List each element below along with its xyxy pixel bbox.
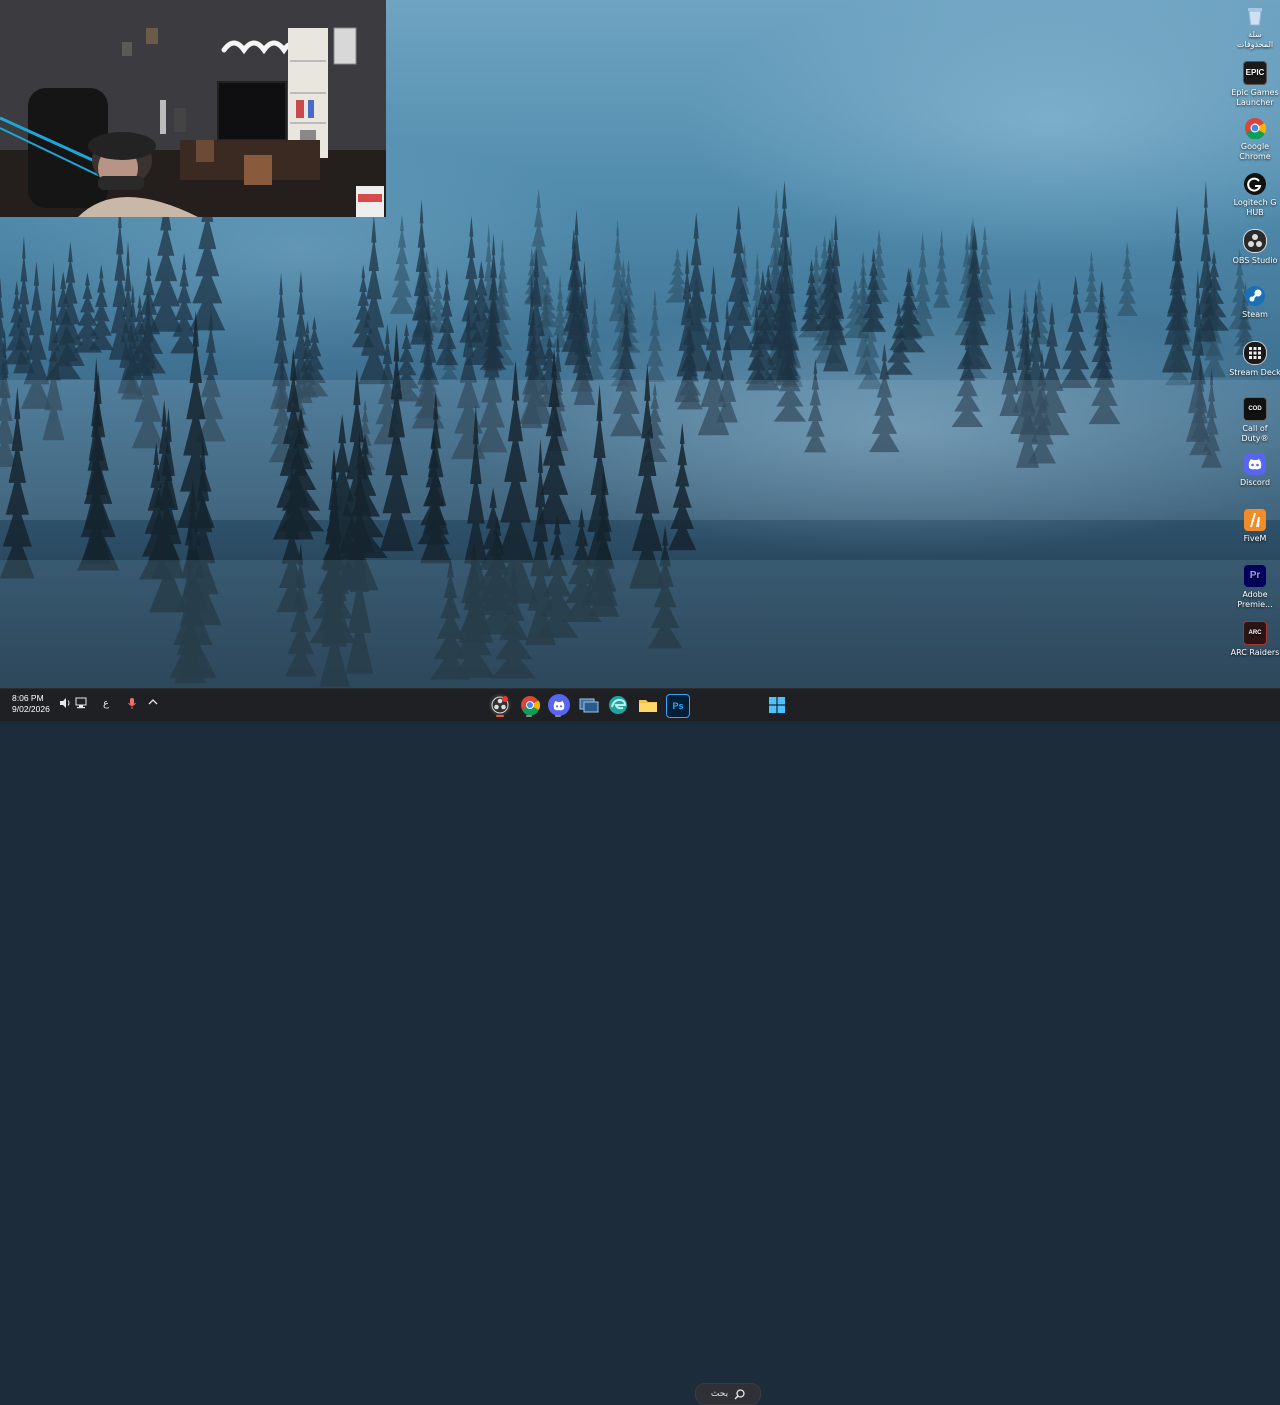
- taskbar-task-view[interactable]: [578, 694, 600, 716]
- microphone-icon[interactable]: [127, 697, 137, 714]
- running-indicator: [555, 715, 561, 717]
- input-language-indicator[interactable]: ع: [103, 697, 109, 711]
- chrome-icon: [1244, 117, 1266, 139]
- epic-games-icon: EPIC: [1243, 61, 1267, 85]
- taskbar-file-explorer[interactable]: [637, 694, 659, 716]
- volume-icon[interactable]: [59, 697, 71, 713]
- desktop-icon-label: Steam: [1242, 310, 1268, 319]
- desktop-icon-steam[interactable]: Steam: [1229, 285, 1280, 320]
- clock-date: 9/02/2026: [12, 704, 50, 714]
- desktop-icon-logitech-g-hub[interactable]: Logitech G HUB: [1229, 173, 1280, 218]
- desktop-icon-adobe-premiere[interactable]: Pr Adobe Premie...: [1229, 565, 1280, 610]
- desktop-icon-label: Stream Deck: [1229, 368, 1280, 377]
- desktop-icon-google-chrome[interactable]: Google Chrome: [1229, 117, 1280, 162]
- taskbar: Ps بحث: [0, 688, 1280, 1405]
- running-indicator: [526, 715, 532, 717]
- system-clock[interactable]: 8:06 PM 9/02/2026: [12, 693, 50, 715]
- desktop-icon-stream-deck[interactable]: Stream Deck: [1229, 341, 1280, 378]
- desktop-icon-label: OBS Studio: [1232, 256, 1278, 265]
- stream-deck-icon: [1243, 341, 1267, 365]
- running-indicator: [496, 715, 504, 717]
- desktop-icon-label: Discord: [1239, 478, 1271, 487]
- desktop-wallpaper: سلة المحذوفات EPIC Epic Games Launcher G…: [0, 0, 1280, 688]
- recycle-bin-icon: [1244, 5, 1266, 27]
- windows-start-icon: [769, 697, 785, 713]
- logitech-g-hub-icon: [1244, 173, 1266, 195]
- edge-icon: [609, 696, 627, 714]
- desktop-icon-recycle-bin[interactable]: سلة المحذوفات: [1229, 5, 1280, 50]
- discord-icon: [553, 700, 565, 710]
- fivem-icon: [1244, 509, 1266, 531]
- network-icon[interactable]: [75, 697, 88, 713]
- desktop-icon-label: Call of Duty®: [1241, 424, 1269, 443]
- desktop-icon-label: Google Chrome: [1239, 142, 1271, 161]
- obs-studio-icon: [1243, 229, 1267, 253]
- start-button[interactable]: [766, 694, 788, 716]
- search-icon: [734, 1388, 745, 1400]
- clock-time: 8:06 PM: [12, 693, 44, 703]
- desktop-icon-discord[interactable]: Discord: [1229, 453, 1280, 488]
- taskbar-photoshop[interactable]: Ps: [666, 694, 690, 718]
- taskbar-discord[interactable]: [548, 694, 570, 716]
- webcam-overlay: [0, 0, 386, 217]
- file-explorer-icon: [639, 700, 657, 712]
- desktop-icon-arc-raiders[interactable]: ARC ARC Raiders: [1229, 621, 1280, 658]
- desktop-icon-label: ARC Raiders: [1230, 648, 1280, 657]
- desktop-icon-label: FiveM: [1243, 534, 1267, 543]
- taskbar-google-chrome[interactable]: [519, 694, 541, 716]
- taskbar-search-box[interactable]: بحث: [695, 1383, 761, 1405]
- desktop-icon-label: Epic Games Launcher: [1231, 88, 1279, 107]
- desktop-icon-label: Adobe Premie...: [1237, 590, 1273, 609]
- task-view-icon: [579, 698, 599, 713]
- desktop-icon-call-of-duty[interactable]: COD Call of Duty®: [1229, 397, 1280, 444]
- arc-raiders-icon: ARC: [1243, 621, 1267, 645]
- call-of-duty-icon: COD: [1243, 397, 1267, 421]
- search-label: بحث: [710, 1389, 729, 1399]
- taskbar-edge[interactable]: [607, 694, 629, 716]
- taskbar-obs-studio[interactable]: [489, 694, 511, 716]
- show-hidden-icons-chevron-icon[interactable]: [148, 697, 158, 711]
- adobe-premiere-icon: Pr: [1244, 565, 1266, 587]
- photoshop-icon: Ps: [672, 701, 684, 711]
- desktop-icon-fivem[interactable]: FiveM: [1229, 509, 1280, 544]
- steam-icon: [1244, 285, 1266, 307]
- desktop-icon-label: Logitech G HUB: [1233, 198, 1277, 217]
- desktop-icon-obs-studio[interactable]: OBS Studio: [1229, 229, 1280, 266]
- obs-studio-icon: [491, 696, 509, 714]
- discord-icon: [1244, 453, 1266, 475]
- desktop-icon-epic-games-launcher[interactable]: EPIC Epic Games Launcher: [1229, 61, 1280, 108]
- desktop-icon-label: سلة المحذوفات: [1236, 30, 1274, 49]
- chrome-icon: [521, 696, 540, 715]
